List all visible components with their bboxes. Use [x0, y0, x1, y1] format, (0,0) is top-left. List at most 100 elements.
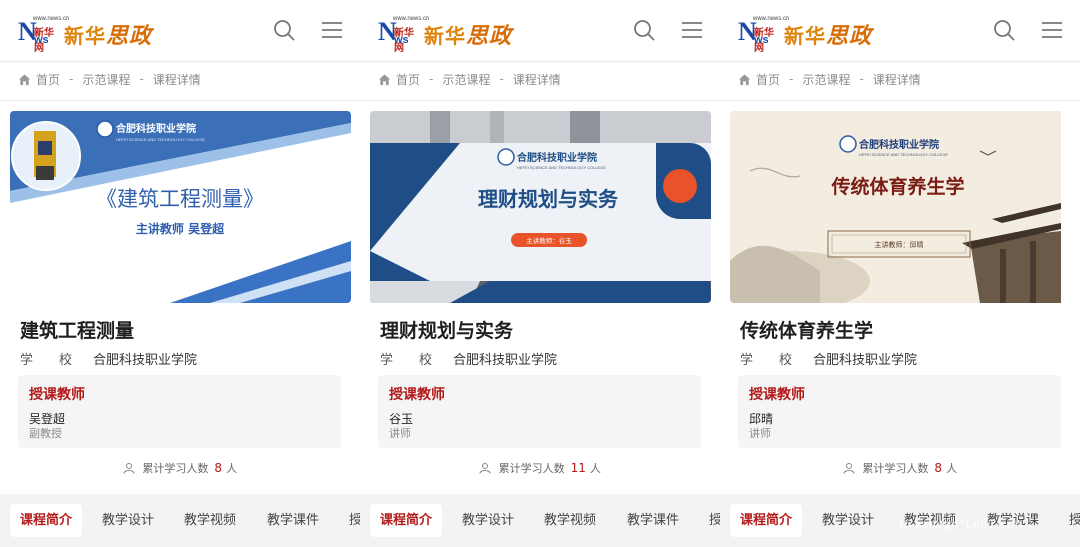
learner-count-label: 累计学习人数	[142, 462, 209, 475]
home-icon[interactable]	[378, 73, 391, 86]
tab-teaching-design[interactable]: 教学设计	[462, 504, 514, 537]
breadcrumb-course-detail: 课程详情	[512, 72, 561, 87]
banner-college-en: HEFEI SCIENCE AND TECHNOLOGY COLLEGE	[859, 152, 948, 157]
banner-college-en: HEFEI SCIENCE AND TECHNOLOGY COLLEGE	[116, 137, 205, 142]
xinhuanet-logo: N www.news.cn 新华网 ws	[18, 16, 70, 54]
brand-name: 新华思政	[64, 24, 153, 49]
breadcrumb-demo-courses[interactable]: 示范课程	[802, 71, 850, 88]
school-label: 学 校	[20, 353, 73, 368]
tab-course-intro[interactable]: 课程简介	[730, 504, 803, 537]
course-tabs: 课程简介 教学设计 教学视频 教学课件 授	[0, 494, 360, 547]
course-banner: 合肥科技职业学院 HEFEI SCIENCE AND TECHNOLOGY CO…	[370, 111, 711, 303]
teacher-card: 授课教师 邱晴 讲师	[738, 375, 1061, 448]
xinhua-sizheng-logo[interactable]: N www.news.cn 新华网 ws 新华思政	[378, 14, 518, 54]
breadcrumb-course-detail: 课程详情	[152, 72, 201, 87]
watermark: tr-vallegit*Loo1a.cn	[900, 517, 1023, 531]
course-panel-2: N www.news.cn 新华网 ws 新华思政 首页 - 示范课程 - 课程详情	[360, 0, 720, 547]
home-icon[interactable]	[18, 73, 31, 86]
search-icon[interactable]	[992, 18, 1016, 42]
banner-title: 理财规划与实务	[478, 187, 619, 211]
breadcrumb-demo-courses[interactable]: 示范课程	[82, 71, 130, 88]
app-header: N www.news.cn 新华网 ws 新华思政	[720, 0, 1080, 60]
school-label: 学 校	[380, 353, 433, 368]
learner-count-row: 累计学习人数 8 人	[0, 460, 360, 476]
breadcrumb: 首页 - 示范课程 - 课程详情	[378, 70, 561, 88]
app-header: N www.news.cn 新华网 ws 新华思政	[0, 0, 360, 60]
search-icon[interactable]	[632, 18, 656, 42]
banner-college-en: HEFEI SCIENCE AND TECHNOLOGY COLLEGE	[517, 165, 606, 170]
banner-teacher: 主讲教师 吴登超	[136, 221, 225, 236]
school-row: 学 校 合肥科技职业学院	[380, 349, 557, 368]
teacher-card: 授课教师 谷玉 讲师	[378, 375, 701, 448]
breadcrumb: 首页 - 示范课程 - 课程详情	[738, 70, 921, 88]
people-icon	[479, 463, 491, 474]
xinhuanet-logo: N www.news.cn 新华网 ws	[378, 16, 430, 54]
course-tabs: 课程简介 教学设计 教学视频 教学课件 授	[360, 494, 720, 547]
menu-icon[interactable]	[320, 18, 344, 42]
learner-count-label: 累计学习人数	[862, 462, 929, 475]
course-banner-art: 合肥科技职业学院 HEFEI SCIENCE AND TECHNOLOGY CO…	[10, 111, 351, 303]
school-name: 合肥科技职业学院	[813, 353, 918, 368]
teacher-title: 副教授	[29, 427, 62, 440]
teacher-heading: 授课教师	[749, 387, 805, 403]
app-header: N www.news.cn 新华网 ws 新华思政	[360, 0, 720, 60]
tab-teaching-video[interactable]: 教学视频	[544, 504, 596, 537]
breadcrumb-divider	[720, 100, 1080, 101]
school-row: 学 校 合肥科技职业学院	[740, 349, 917, 368]
menu-icon[interactable]	[680, 18, 704, 42]
breadcrumb-divider	[0, 100, 360, 101]
header-divider	[0, 60, 360, 63]
teacher-card: 授课教师 吴登超 副教授	[18, 375, 341, 448]
tab-more[interactable]: 授	[1069, 504, 1080, 537]
banner-teacher: 主讲教师：邱晴	[875, 240, 924, 249]
search-icon[interactable]	[272, 18, 296, 42]
home-icon[interactable]	[738, 73, 751, 86]
xinhua-sizheng-logo[interactable]: N www.news.cn 新华网 ws 新华思政	[18, 14, 158, 54]
course-banner-art: 合肥科技职业学院 HEFEI SCIENCE AND TECHNOLOGY CO…	[730, 111, 1061, 303]
people-icon	[123, 463, 135, 474]
banner-college-name: 合肥科技职业学院	[115, 122, 196, 135]
learner-count-label: 累计学习人数	[498, 462, 565, 475]
breadcrumb-demo-courses[interactable]: 示范课程	[442, 71, 490, 88]
tab-teaching-video[interactable]: 教学视频	[184, 504, 236, 537]
course-title: 传统体育养生学	[740, 320, 874, 342]
breadcrumb-home[interactable]: 首页	[36, 71, 60, 88]
menu-icon[interactable]	[1040, 18, 1064, 42]
tab-more[interactable]: 授	[349, 504, 360, 537]
learner-count: 8	[214, 461, 223, 475]
tab-teaching-design[interactable]: 教学设计	[822, 504, 874, 537]
banner-college-name: 合肥科技职业学院	[516, 151, 597, 164]
tab-courseware[interactable]: 教学课件	[267, 504, 319, 537]
learner-count-row: 累计学习人数 8 人	[720, 460, 1080, 476]
banner-teacher: 主讲教师：谷玉	[526, 236, 572, 245]
breadcrumb-home[interactable]: 首页	[396, 71, 420, 88]
learner-count-unit: 人	[589, 462, 601, 475]
course-banner: 合肥科技职业学院 HEFEI SCIENCE AND TECHNOLOGY CO…	[10, 111, 351, 303]
learner-count-row: 累计学习人数 11 人	[360, 460, 720, 476]
brand-name: 新华思政	[784, 24, 873, 49]
breadcrumb-course-detail: 课程详情	[872, 72, 921, 87]
school-name: 合肥科技职业学院	[453, 353, 558, 368]
learner-count: 11	[570, 461, 586, 475]
xinhua-sizheng-logo[interactable]: N www.news.cn 新华网 ws 新华思政	[738, 14, 878, 54]
course-panel-3: N www.news.cn 新华网 ws 新华思政 首页 - 示范课程 - 课程详情	[720, 0, 1080, 547]
tab-more[interactable]: 授	[709, 504, 720, 537]
teacher-heading: 授课教师	[29, 387, 85, 403]
school-label: 学 校	[740, 353, 793, 368]
school-name: 合肥科技职业学院	[93, 353, 198, 368]
breadcrumb-divider	[360, 100, 720, 101]
school-row: 学 校 合肥科技职业学院	[20, 349, 197, 368]
breadcrumb-home[interactable]: 首页	[756, 71, 780, 88]
tab-teaching-design[interactable]: 教学设计	[102, 504, 154, 537]
learner-count-unit: 人	[226, 462, 238, 475]
xinhuanet-logo: N www.news.cn 新华网 ws	[738, 16, 790, 54]
people-icon	[843, 463, 855, 474]
learner-count: 8	[934, 461, 943, 475]
course-title: 理财规划与实务	[380, 320, 514, 342]
tab-course-intro[interactable]: 课程简介	[370, 504, 443, 537]
breadcrumb: 首页 - 示范课程 - 课程详情	[18, 70, 201, 88]
course-banner: 合肥科技职业学院 HEFEI SCIENCE AND TECHNOLOGY CO…	[730, 111, 1071, 303]
header-divider	[720, 60, 1080, 63]
tab-courseware[interactable]: 教学课件	[627, 504, 679, 537]
tab-course-intro[interactable]: 课程简介	[10, 504, 83, 537]
